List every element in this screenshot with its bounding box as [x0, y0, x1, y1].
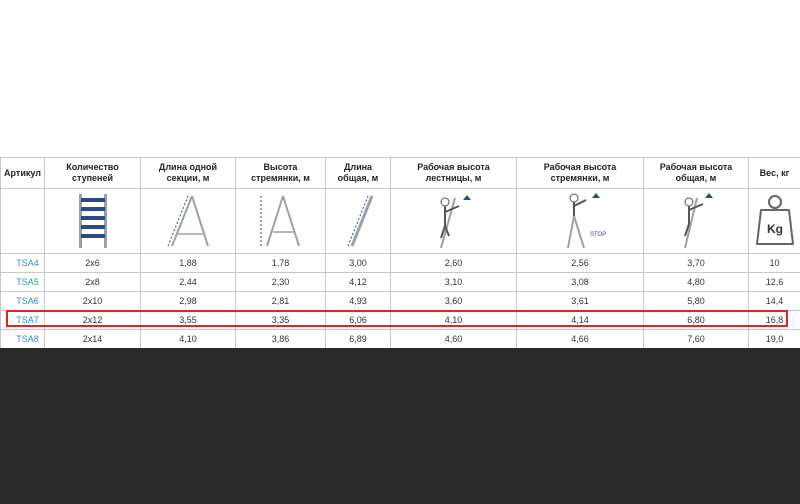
weight-value: 19,0 [748, 329, 800, 349]
section-length-value: 2,98 [140, 291, 236, 311]
working-height-stepladder-value: 2,56 [516, 253, 644, 273]
working-height-total-value: 6,80 [643, 310, 749, 330]
working-height-ladder-value: 4,10 [390, 310, 517, 330]
total-length-value: 3,00 [325, 253, 391, 273]
stepladder-height-value: 3,35 [235, 310, 326, 330]
working-height-ladder-value: 3,60 [390, 291, 517, 311]
sku-cell: TSA4 [0, 253, 45, 273]
weight-value: 14,4 [748, 291, 800, 311]
sku-link[interactable]: TSA6 [16, 296, 39, 306]
total-length-value: 6,06 [325, 310, 391, 330]
ladder-steps-icon [78, 194, 107, 248]
icon-cell-total [325, 188, 391, 254]
weight-value: 16,8 [748, 310, 800, 330]
icon-cell-work-ladder [390, 188, 517, 254]
header-working-height-ladder: Рабочая высота лестницы, м [390, 157, 517, 189]
ladder-section-length-icon [167, 195, 209, 247]
icon-cell-empty [0, 188, 45, 254]
icon-cell-work-total [643, 188, 749, 254]
working-height-stepladder-value: 3,61 [516, 291, 644, 311]
table-row: TSA8 2x14 4,10 3,86 6,89 4,60 4,66 7,60 … [0, 329, 800, 349]
top-blank-area [0, 0, 800, 157]
icon-cell-work-step: STOP [516, 188, 644, 254]
stepladder-height-value: 2,30 [235, 272, 326, 292]
weight-icon: Kg [755, 195, 794, 245]
working-height-total-value: 3,70 [643, 253, 749, 273]
sku-cell: TSA6 [0, 291, 45, 311]
ladder-specs-table: Артикул Количество ступеней Длина одной … [0, 157, 800, 349]
total-length-value: 4,93 [325, 291, 391, 311]
person-on-extended-ladder-icon [684, 193, 713, 249]
steps-value: 2x8 [44, 272, 141, 292]
working-height-total-value: 7,60 [643, 329, 749, 349]
weight-icon-label: Kg [767, 222, 783, 236]
extended-ladder-length-icon [347, 195, 374, 247]
working-height-total-value: 5,80 [643, 291, 749, 311]
total-length-value: 6,89 [325, 329, 391, 349]
person-on-stepladder-icon: STOP [567, 193, 606, 249]
icon-cell-stepladder [235, 188, 326, 254]
section-length-value: 2,44 [140, 272, 236, 292]
working-height-stepladder-value: 4,66 [516, 329, 644, 349]
table-row-highlighted: TSA7 2x12 3,55 3,35 6,06 4,10 4,14 6,80 … [0, 310, 800, 330]
table-row: TSA4 2x6 1,88 1,78 3,00 2,60 2,56 3,70 1… [0, 253, 800, 273]
section-length-value: 4,10 [140, 329, 236, 349]
sku-cell: TSA5 [0, 272, 45, 292]
table-row: TSA6 2x10 2,98 2,81 4,93 3,60 3,61 5,80 … [0, 291, 800, 311]
header-weight: Вес, кг [748, 157, 800, 189]
person-on-ladder-icon [439, 195, 471, 249]
sku-link[interactable]: TSA8 [16, 334, 39, 344]
stepladder-height-icon [260, 195, 300, 247]
steps-value: 2x12 [44, 310, 141, 330]
header-working-height-total: Рабочая высота общая, м [643, 157, 749, 189]
header-section-length: Длина одной секции, м [140, 157, 236, 189]
section-length-value: 1,88 [140, 253, 236, 273]
header-stepladder-height: Высота стремянки, м [235, 157, 326, 189]
working-height-ladder-value: 2,60 [390, 253, 517, 273]
steps-value: 2x14 [44, 329, 141, 349]
header-row: Артикул Количество ступеней Длина одной … [0, 157, 800, 189]
header-article: Артикул [0, 157, 45, 189]
section-length-value: 3,55 [140, 310, 236, 330]
working-height-total-value: 4,80 [643, 272, 749, 292]
stepladder-height-value: 1,78 [235, 253, 326, 273]
steps-value: 2x10 [44, 291, 141, 311]
weight-value: 12,6 [748, 272, 800, 292]
steps-value: 2x6 [44, 253, 141, 273]
sku-cell: TSA8 [0, 329, 45, 349]
icon-cell-section [140, 188, 236, 254]
table-row: TSA5 2x8 2,44 2,30 4,12 3,10 3,08 4,80 1… [0, 272, 800, 292]
icon-cell-weight: Kg [748, 188, 800, 254]
working-height-stepladder-value: 3,08 [516, 272, 644, 292]
stepladder-height-value: 3,86 [235, 329, 326, 349]
sku-link[interactable]: TSA7 [16, 315, 39, 325]
stop-label: STOP [590, 232, 606, 238]
stepladder-height-value: 2,81 [235, 291, 326, 311]
sku-link[interactable]: TSA4 [16, 258, 39, 268]
sku-link[interactable]: TSA5 [16, 277, 39, 287]
working-height-ladder-value: 3,10 [390, 272, 517, 292]
sku-cell: TSA7 [0, 310, 45, 330]
icon-row: STOP Kg [0, 188, 800, 254]
bottom-dark-panel [0, 348, 800, 504]
weight-value: 10 [748, 253, 800, 273]
header-working-height-stepladder: Рабочая высота стремянки, м [516, 157, 644, 189]
total-length-value: 4,12 [325, 272, 391, 292]
icon-cell-steps [44, 188, 141, 254]
working-height-stepladder-value: 4,14 [516, 310, 644, 330]
working-height-ladder-value: 4,60 [390, 329, 517, 349]
header-steps: Количество ступеней [44, 157, 141, 189]
header-total-length: Длина общая, м [325, 157, 391, 189]
